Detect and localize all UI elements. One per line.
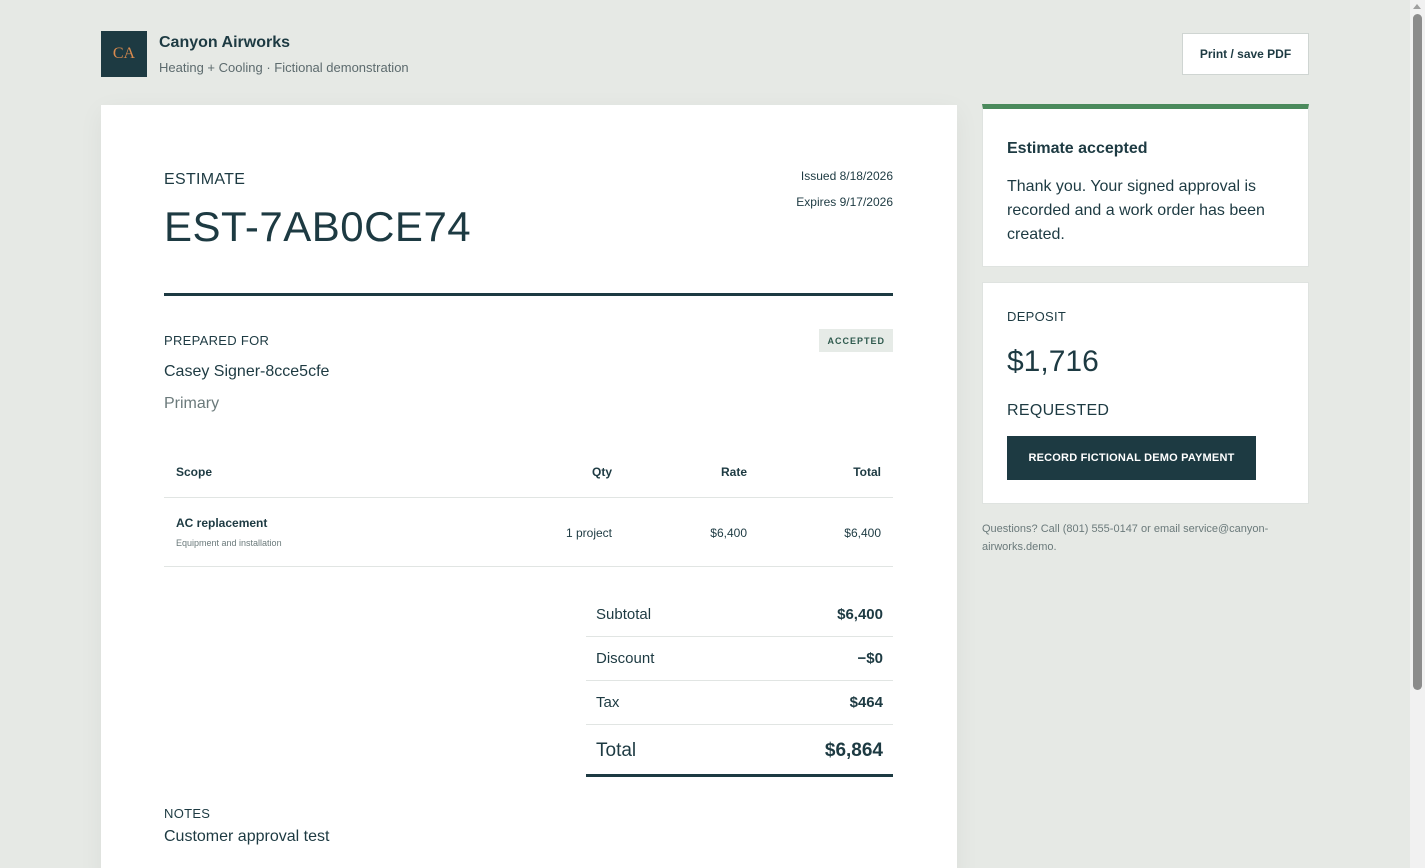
expires-date: Expires 9/17/2026 (796, 195, 893, 209)
line-item-description: Equipment and installation (176, 538, 282, 548)
notes-label: NOTES (164, 806, 211, 821)
deposit-status: REQUESTED (1007, 402, 1110, 419)
scroll-up-arrow-icon[interactable] (1413, 4, 1421, 9)
line-items-table: Scope Qty Rate Total AC replacement Equi… (164, 450, 893, 567)
deposit-amount: $1,716 (1007, 345, 1099, 378)
line-item-rate: $6,400 (710, 526, 747, 540)
acceptance-title: Estimate accepted (1007, 140, 1148, 157)
totals-summary: Subtotal $6,400 Discount −$0 Tax $464 To… (586, 593, 893, 777)
column-header-total: Total (853, 465, 881, 479)
subtotal-row: Subtotal $6,400 (586, 593, 893, 637)
status-badge: ACCEPTED (819, 329, 893, 352)
tax-label: Tax (596, 694, 620, 711)
issued-date: Issued 8/18/2026 (800, 169, 893, 183)
scrollbar-thumb[interactable] (1413, 14, 1422, 690)
customer-tag: Primary (164, 395, 220, 412)
discount-row: Discount −$0 (586, 637, 893, 681)
print-save-pdf-button[interactable]: Print / save PDF (1182, 33, 1309, 75)
discount-label: Discount (596, 650, 655, 667)
acceptance-message: Thank you. Your signed approval is recor… (1007, 178, 1265, 243)
contact-info: Questions? Call (801) 555-0147 or email … (982, 523, 1269, 553)
page-scrollbar[interactable] (1410, 0, 1425, 868)
line-item-qty: 1 project (565, 526, 612, 540)
prepared-for-label: PREPARED FOR (164, 333, 270, 348)
table-header: Scope Qty Rate Total (164, 450, 893, 498)
deposit-card: DEPOSIT $1,716 REQUESTED RECORD FICTIONA… (982, 282, 1309, 504)
line-item-total: $6,400 (844, 526, 881, 540)
estimate-label: ESTIMATE (164, 171, 246, 188)
grand-total-value: $6,864 (824, 740, 883, 761)
grand-total-row: Total $6,864 (586, 725, 893, 777)
table-row: AC replacement Equipment and installatio… (164, 498, 893, 567)
header: CA Canyon Airworks Heating + Cooling · F… (101, 31, 1309, 77)
tax-value: $464 (849, 694, 883, 711)
column-header-qty: Qty (591, 465, 612, 479)
company-name: Canyon Airworks (159, 34, 290, 51)
header-divider (164, 293, 893, 296)
acceptance-card: Estimate accepted Thank you. Your signed… (982, 104, 1309, 267)
customer-name: Casey Signer-8cce5cfe (164, 363, 330, 380)
company-logo: CA (101, 31, 147, 77)
subtotal-value: $6,400 (837, 606, 883, 623)
subtotal-label: Subtotal (596, 606, 652, 623)
tax-row: Tax $464 (586, 681, 893, 725)
notes-text: Customer approval test (164, 828, 330, 845)
deposit-label: DEPOSIT (1007, 309, 1067, 324)
column-header-rate: Rate (720, 465, 747, 479)
estimate-number: EST-7AB0CE74 (164, 203, 472, 250)
discount-value: −$0 (857, 650, 883, 667)
company-subtitle: Heating + Cooling · Fictional demonstrat… (159, 60, 409, 75)
record-payment-button[interactable]: RECORD FICTIONAL DEMO PAYMENT (1007, 436, 1256, 480)
column-header-scope: Scope (176, 465, 213, 479)
line-item-scope: AC replacement (176, 516, 268, 530)
estimate-document: ESTIMATE EST-7AB0CE74 Issued 8/18/2026 E… (101, 105, 957, 868)
grand-total-label: Total (596, 740, 637, 761)
